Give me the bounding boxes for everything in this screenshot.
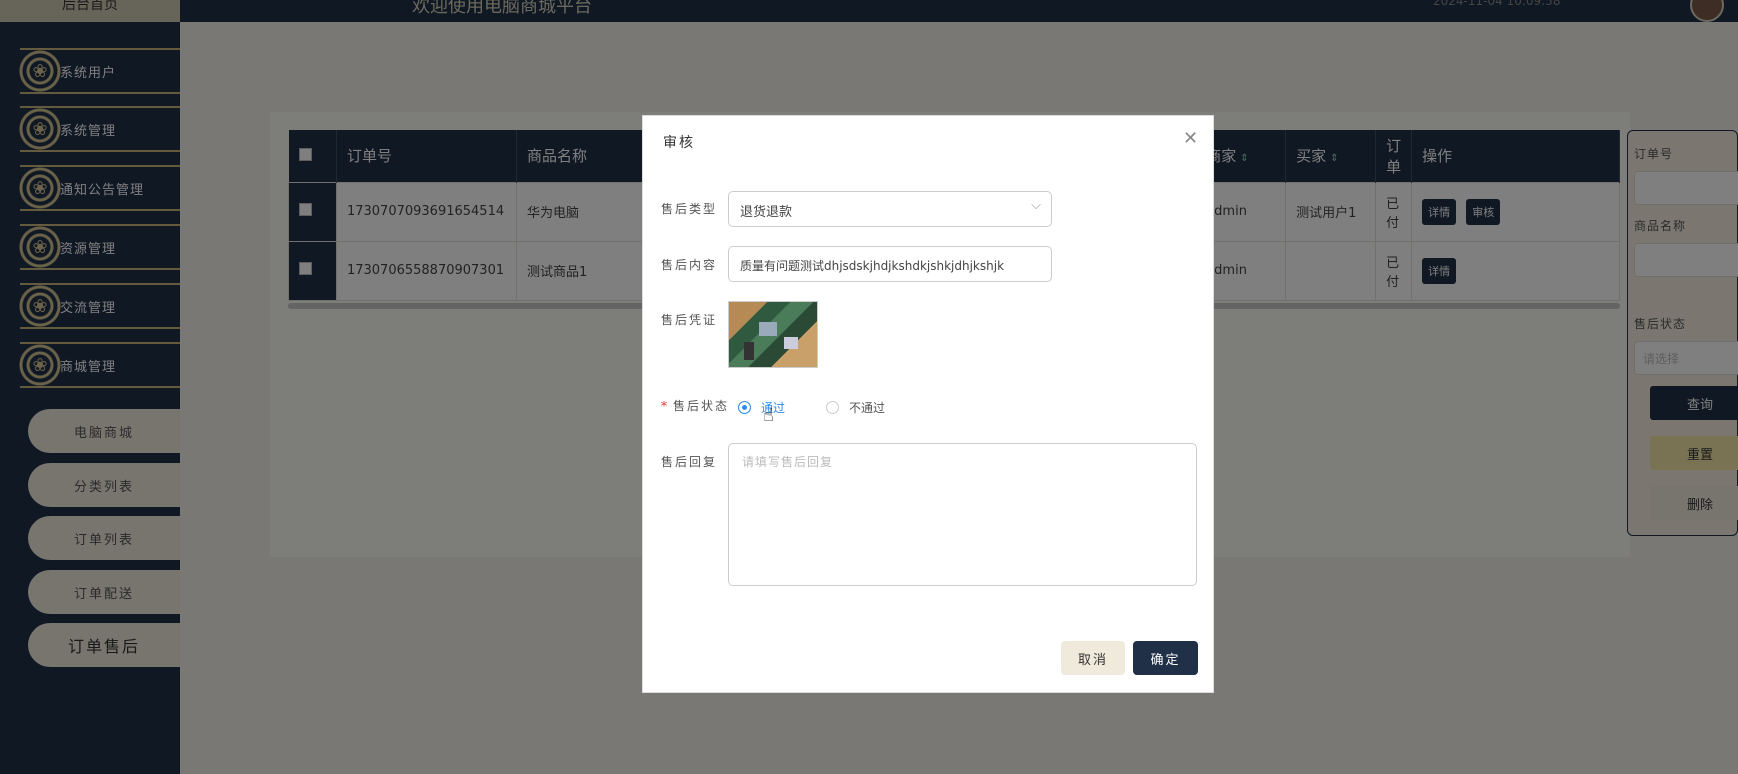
review-dialog: 审核 ✕ 售后类型 退货退款 ⌵ 售后内容 质量有问题测试dhjsdskjhdj… xyxy=(642,115,1214,693)
evidence-image[interactable] xyxy=(728,301,818,368)
required-icon: * xyxy=(661,399,669,413)
after-sales-type-select[interactable]: 退货退款 ⌵ xyxy=(728,191,1052,227)
after-sales-type-label: 售后类型 xyxy=(661,202,718,216)
radio-selected-icon xyxy=(738,401,751,414)
after-sales-content-label: 售后内容 xyxy=(661,258,718,272)
status-radio-reject[interactable]: 不通过 xyxy=(826,399,885,416)
after-sales-content-input[interactable]: 质量有问题测试dhjsdskjhdjkshdkjshkjdhjkshjk xyxy=(728,246,1052,282)
close-icon[interactable]: ✕ xyxy=(1183,128,1198,149)
after-sales-status-label-text: 售后状态 xyxy=(673,399,730,413)
after-sales-reply-label: 售后回复 xyxy=(661,455,718,469)
cancel-button[interactable]: 取消 xyxy=(1061,641,1125,675)
status-radio-reject-label: 不通过 xyxy=(849,401,886,415)
dialog-title: 审核 xyxy=(663,135,695,151)
after-sales-reply-textarea[interactable]: 请填写售后回复 xyxy=(728,443,1197,586)
after-sales-type-value: 退货退款 xyxy=(740,205,793,220)
radio-unselected-icon xyxy=(826,401,839,414)
chevron-down-icon: ⌵ xyxy=(1031,198,1041,213)
status-radio-pass[interactable]: 通过 xyxy=(738,399,785,416)
after-sales-status-label: * 售后状态 xyxy=(661,397,729,414)
confirm-button[interactable]: 确定 xyxy=(1133,641,1198,675)
hand-cursor-icon: ☝ xyxy=(763,405,774,426)
after-sales-evidence-label: 售后凭证 xyxy=(661,313,718,327)
